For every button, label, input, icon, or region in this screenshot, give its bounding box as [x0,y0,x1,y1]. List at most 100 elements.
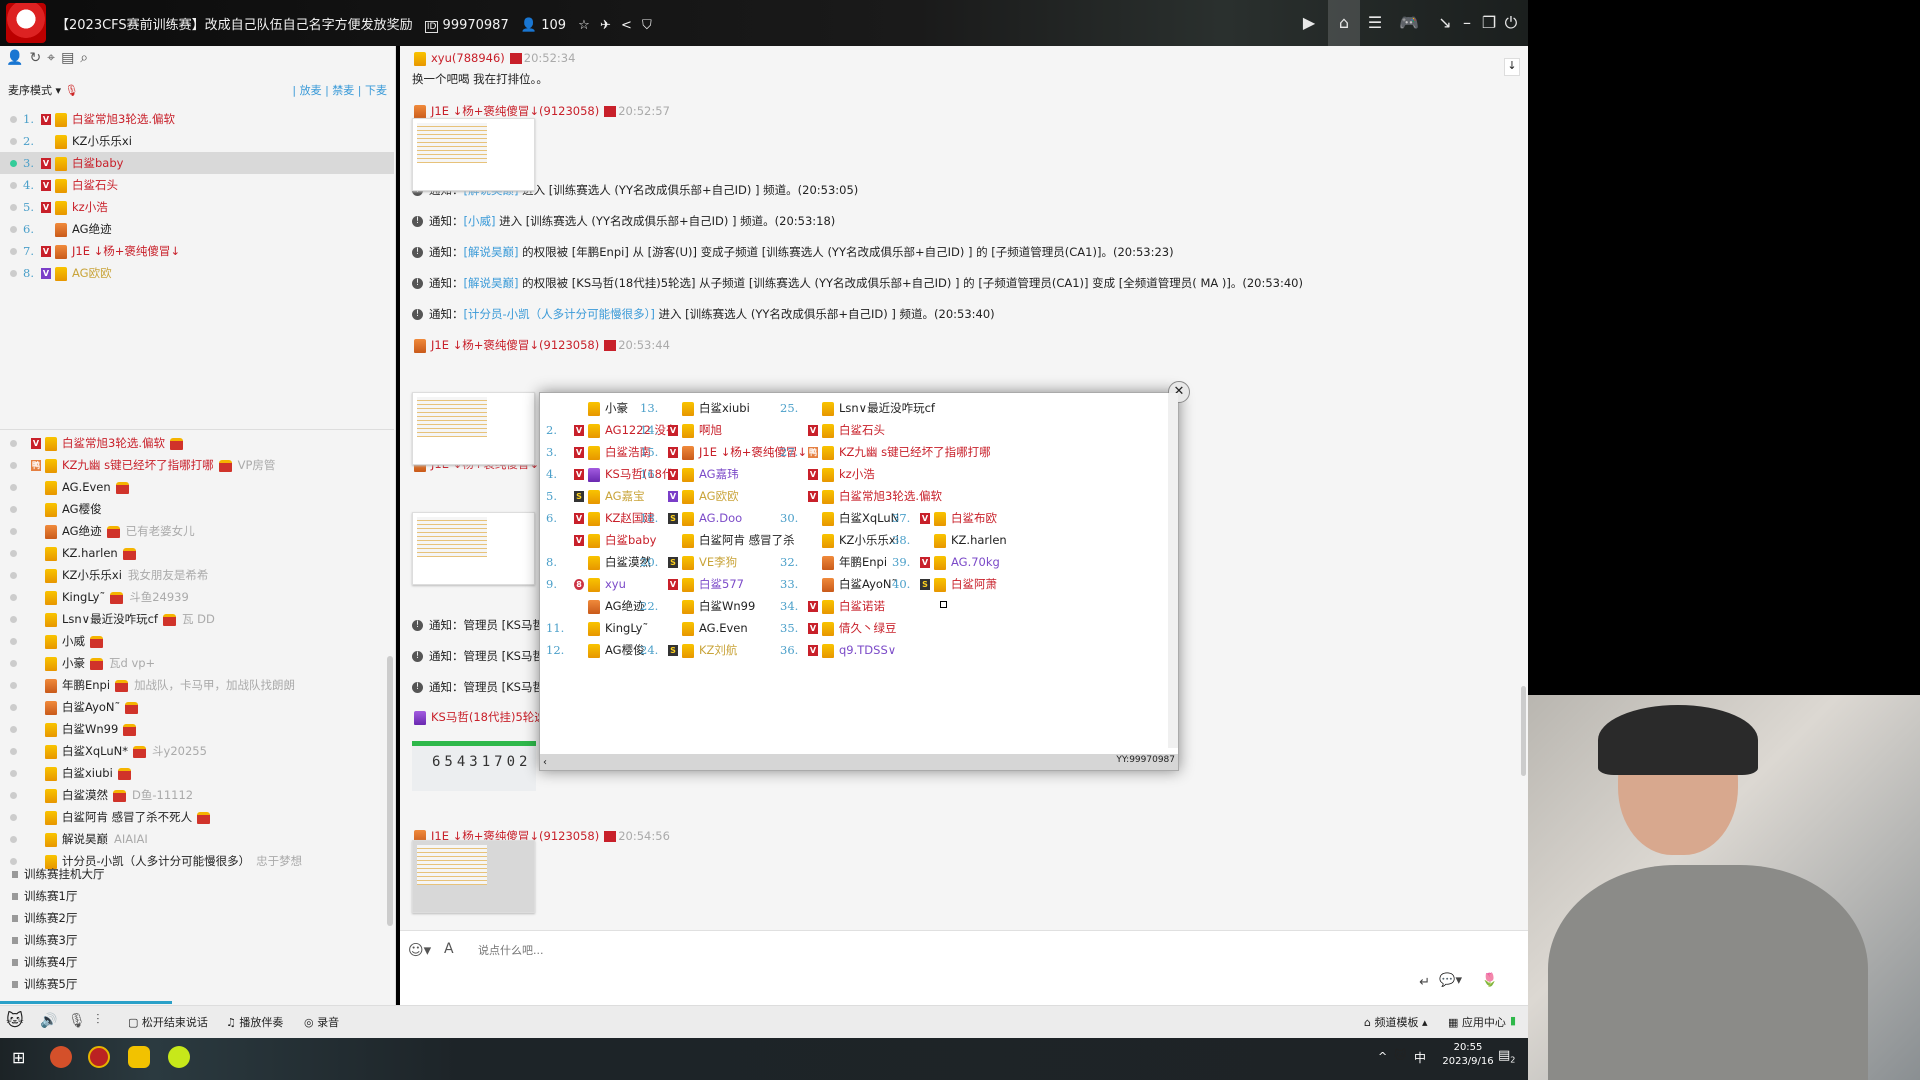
release-mic-link[interactable]: 放麦 [300,84,322,97]
video-switch-icon[interactable]: ▶ [1296,10,1322,36]
member-item[interactable]: 白鲨Wn99 [0,718,394,740]
user-link[interactable]: [计分员-小凯（人多计分可能慢很多）] [464,307,655,321]
search-icon[interactable]: ⌕ [80,50,94,66]
image-thumbnail[interactable] [412,840,535,913]
horizontal-scrollbar[interactable]: ‹ YY:99970987 [540,754,1178,770]
gamepad-icon[interactable]: 🎮 [1396,10,1422,36]
channel-item[interactable]: 训练赛4厅 [0,951,394,973]
tray-yy-icon[interactable]: 🐱 [1394,1048,1407,1062]
member-item[interactable]: 白鲨AyoN˜ [0,696,394,718]
queue-item[interactable]: 8. V AG欧欧 [0,262,394,284]
location-icon[interactable]: ⌖ [47,50,61,66]
user-link[interactable]: [解说昊巅] [464,245,519,259]
refresh-icon[interactable]: ↻ [29,50,47,66]
member-item[interactable]: 小威 [0,630,394,652]
user-link[interactable]: [小威] [464,214,496,228]
member-item[interactable]: 解说昊巅 AIAIAI [0,828,394,850]
plane-icon[interactable]: ✈ [600,18,611,33]
queue-item[interactable]: 3. V 白鲨baby [0,152,394,174]
font-style-icon[interactable]: A [444,941,454,957]
channel-item[interactable]: 训练赛3厅 [0,929,394,951]
share-icon[interactable]: < [621,18,632,33]
scroll-left-icon[interactable]: ‹ [540,757,547,768]
mic-mode-select[interactable]: 麦序模式 ▾ 🎙 [8,82,78,98]
lock-icon [12,915,18,922]
microphone-icon[interactable]: 🎙 [68,1013,86,1029]
member-item[interactable]: KingLy˜ 斗鱼24939 [0,586,394,608]
app-icon-yy[interactable] [128,1046,150,1068]
yy-mascot-icon[interactable]: 🐱 [6,1011,24,1031]
channel-template-button[interactable]: ⌂ 频道模板 ▴ [1364,1014,1428,1030]
sender-name[interactable]: xyu(788946) [431,51,505,65]
power-icon[interactable]: ⏻ [1498,10,1524,36]
queue-item[interactable]: 6. AG绝迹 [0,218,394,240]
vertical-scrollbar[interactable] [1168,393,1178,748]
member-item[interactable]: KZ小乐乐xi 我女朋友是希希 [0,564,394,586]
queue-item[interactable]: 2. KZ小乐乐xi [0,130,394,152]
sender-name[interactable]: J1E ↓杨+褒纯傻冒↓(9123058) [431,104,599,118]
user-icon[interactable]: 👤 [6,50,29,66]
speaker-icon[interactable]: 🔊 [40,1013,57,1029]
member-item[interactable]: KZ.harlen [0,542,394,564]
member-item[interactable]: 白鲨阿肯 感冒了杀不死人 [0,806,394,828]
member-scrollbar[interactable] [387,656,393,926]
member-signature: 加战队，卡马甲，加战队找朗朗 [134,678,296,692]
push-to-talk-button[interactable]: ▢ 松开结束说话 [128,1014,208,1030]
play-accompaniment-button[interactable]: ♫ 播放伴奏 [226,1014,283,1030]
member-item[interactable]: 鸭 KZ九幽 s键已经坏了指哪打哪 VP房管 [0,454,394,476]
star-icon[interactable]: ☆ [578,18,590,33]
queue-item[interactable]: 7. V J1E ↓杨+褒纯傻冒↓ [0,240,394,262]
entry-name: AG.Doo [699,511,743,525]
image-thumbnail[interactable] [412,392,535,465]
member-item[interactable]: 年鹏Enpi 加战队，卡马甲，加战队找朗朗 [0,674,394,696]
member-item[interactable]: 白鲨漠然 D鱼-11112 [0,784,394,806]
member-item[interactable]: Lsn∨最近没咋玩cf 瓦 DD [0,608,394,630]
home-icon[interactable]: ⌂ [1328,0,1360,46]
member-item[interactable]: 白鲨XqLuN* 斗y20255 [0,740,394,762]
mic-off-icon[interactable]: 🎙 [65,84,79,97]
member-item[interactable]: V 白鲨常旭3轮选.偏软 [0,432,394,454]
entry-number: 14. [640,423,659,437]
scroll-to-bottom-button[interactable]: ↓ [1504,58,1520,76]
chat-bubble-icon[interactable]: 💬▾ [1439,973,1462,988]
emoji-icon[interactable]: ☺▾ [408,941,431,959]
tray-expand-icon[interactable]: ^ [1378,1050,1387,1063]
member-item[interactable]: 白鲨xiubi [0,762,394,784]
app-icon-qqmusic[interactable] [168,1046,190,1068]
flower-icon[interactable]: 🌷 [1482,973,1498,988]
channel-item[interactable]: 训练赛挂机大厅 [0,863,394,885]
app-icon-browser[interactable] [50,1046,72,1068]
channel-item[interactable]: 训练赛5厅 [0,973,394,995]
ban-mic-link[interactable]: 禁麦 [332,84,354,97]
image-thumbnail[interactable] [412,512,535,585]
chat-scrollbar[interactable] [1521,686,1526,776]
notification-center-icon[interactable]: ▤2 [1498,1048,1515,1065]
member-item[interactable]: AG绝迹 已有老婆女儿 [0,520,394,542]
off-mic-link[interactable]: 下麦 [365,84,387,97]
queue-item[interactable]: 1. V 白鲨常旭3轮选.偏软 [0,108,394,130]
queue-item[interactable]: 5. Vkz小浩 [0,196,394,218]
ime-indicator[interactable]: 中 [1414,1049,1426,1066]
record-button[interactable]: ◎ 录音 [304,1014,339,1030]
list-icon[interactable]: ☰ [1362,10,1388,36]
queue-item[interactable]: 4. V 白鲨石头 [0,174,394,196]
message-input[interactable] [478,939,1378,961]
member-item[interactable]: AG樱俊 [0,498,394,520]
send-icon[interactable]: ↵ [1419,975,1430,990]
member-item[interactable]: 小豪 瓦d vp+ [0,652,394,674]
document-icon[interactable]: ▤ [61,50,80,66]
image-thumbnail[interactable] [412,118,535,191]
windows-start-icon[interactable]: ⊞ [12,1048,25,1067]
badge-spacer [668,623,678,634]
shield-icon[interactable]: ⛉ [642,18,652,33]
sender-name[interactable]: J1E ↓杨+褒纯傻冒↓(9123058) [431,338,599,352]
gift-icon [45,590,57,605]
app-icon-crossfire[interactable] [88,1046,110,1068]
channel-item[interactable]: 训练赛2厅 [0,907,394,929]
channel-item[interactable]: 训练赛1厅 [0,885,394,907]
app-center-button[interactable]: ▦ 应用中心 [1448,1014,1506,1030]
mixer-icon[interactable]: ⫶ [96,1012,100,1028]
clock[interactable]: 20:55 2023/9/16 [1440,1042,1496,1067]
user-link[interactable]: [解说昊巅] [464,276,519,290]
member-item[interactable]: AG.Even [0,476,394,498]
